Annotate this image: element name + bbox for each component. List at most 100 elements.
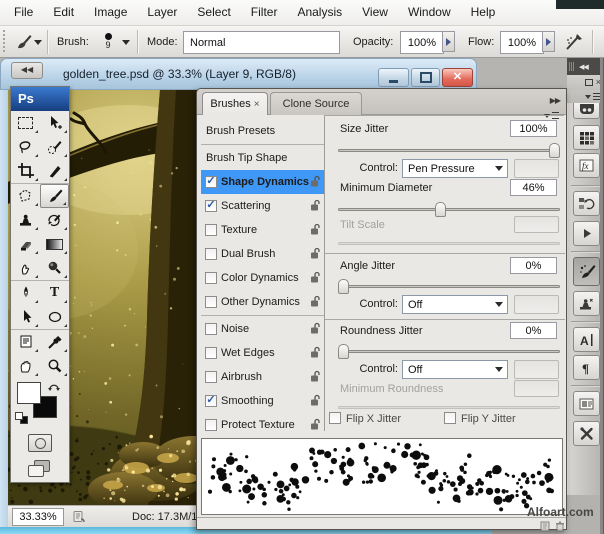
lock-icon[interactable] [310,223,321,235]
pen-tool[interactable] [11,281,40,305]
menu-view[interactable]: View [352,0,398,25]
minimize-button[interactable] [378,68,409,87]
dock-tool-presets-icon[interactable] [573,421,600,446]
minimum-diameter-input[interactable]: 46% [510,179,557,196]
tab-clone-source[interactable]: Clone Source [270,92,362,115]
angle-control-dropdown[interactable]: Off [402,295,508,314]
dock-actions-icon[interactable] [573,221,600,246]
minimum-diameter-slider[interactable] [338,202,560,217]
lock-icon[interactable] [310,247,321,259]
spot-healing-tool[interactable] [11,184,40,208]
lock-icon[interactable] [310,346,321,358]
list-item-noise[interactable]: ✓Noise [201,317,324,341]
angle-jitter-input[interactable]: 0% [510,257,557,274]
checkbox[interactable]: ✓ [205,248,217,260]
shape-tool[interactable] [40,305,69,329]
close-button[interactable]: ✕ [442,68,473,87]
dock-clone-source-icon[interactable] [573,291,600,316]
flip-x-checkbox[interactable]: ✓ [329,412,341,424]
size-control-dropdown[interactable]: Pen Pressure [402,159,508,178]
smudge-tool[interactable] [11,256,40,280]
rectangular-marquee-tool[interactable] [11,111,40,135]
new-brush-icon[interactable] [539,521,551,532]
default-colors-icon[interactable] [15,412,29,425]
menu-select[interactable]: Select [187,0,240,25]
document-title-bar[interactable]: ◀◀ golden_tree.psd @ 33.3% (Layer 9, RGB… [0,58,477,90]
dock-history-icon[interactable] [573,191,600,216]
slider-thumb[interactable] [435,202,446,217]
list-item-wet-edges[interactable]: ✓Wet Edges [201,341,324,365]
hand-tool[interactable] [11,354,40,378]
checkbox[interactable]: ✓ [205,176,217,188]
lock-icon[interactable] [310,418,321,430]
lock-icon[interactable] [310,271,321,283]
brush-tool[interactable] [40,184,69,208]
list-item-scattering[interactable]: ✓Scattering [201,194,324,218]
brush-tool-preset-icon[interactable] [12,31,32,56]
dock-menu-button[interactable] [585,91,601,102]
brush-preview-chip[interactable]: 9 [98,29,118,55]
expand-panel-icon[interactable]: ▶▶ [550,96,560,105]
path-selection-tool[interactable] [11,305,40,329]
dock-styles-fx-icon[interactable]: fx [573,153,600,178]
dock-character-icon[interactable]: A [573,327,600,352]
restore-icon[interactable] [585,79,593,86]
checkbox[interactable]: ✓ [205,347,217,359]
zoom-level-input[interactable]: 33.33% [12,508,64,526]
menu-filter[interactable]: Filter [241,0,288,25]
crop-tool[interactable] [11,159,40,183]
lock-icon[interactable] [310,295,321,307]
dock-paragraph-icon[interactable]: ¶ [573,355,600,380]
eyedropper-tool[interactable] [40,330,69,354]
lock-icon[interactable] [310,175,321,187]
roundness-jitter-slider[interactable] [338,344,560,359]
type-tool[interactable]: T [40,281,69,305]
flip-y-checkbox[interactable]: ✓ [444,412,456,424]
list-item-dual-brush[interactable]: ✓Dual Brush [201,242,324,266]
list-item-color-dynamics[interactable]: ✓Color Dynamics [201,266,324,290]
swap-colors-icon[interactable] [47,380,63,392]
menu-file[interactable]: File [4,0,43,25]
eraser-tool[interactable] [11,232,40,256]
lasso-tool[interactable] [11,135,40,159]
tool-preset-dropdown-icon[interactable] [34,40,42,45]
gradient-tool[interactable] [40,232,69,256]
history-brush-tool[interactable] [40,208,69,232]
flow-input[interactable]: 100% [500,31,544,54]
flow-arrow-button[interactable] [542,31,555,52]
menu-help[interactable]: Help [461,0,506,25]
size-jitter-input[interactable]: 100% [510,120,557,137]
collapse-dock-icon[interactable]: ◀◀ [579,63,588,71]
checkbox[interactable]: ✓ [205,419,217,431]
clone-stamp-tool[interactable] [11,208,40,232]
foreground-color-swatch[interactable] [17,382,41,404]
airbrush-toggle-button[interactable] [563,31,585,58]
list-item-brush-tip-shape[interactable]: Brush Tip Shape [201,146,324,170]
menu-window[interactable]: Window [398,0,461,25]
menu-image[interactable]: Image [84,0,137,25]
checkbox[interactable]: ✓ [205,296,217,308]
maximize-button[interactable] [411,68,440,87]
checkbox[interactable]: ✓ [205,371,217,383]
lock-icon[interactable] [310,199,321,211]
menu-layer[interactable]: Layer [137,0,187,25]
slice-tool[interactable] [40,159,69,183]
size-jitter-slider[interactable] [338,143,560,158]
tab-close-icon[interactable]: × [254,99,260,110]
checkbox[interactable]: ✓ [205,224,217,236]
quick-mask-button[interactable] [28,434,52,452]
list-item-shape-dynamics[interactable]: ✓Shape Dynamics [201,170,324,194]
brush-dropdown-icon[interactable] [122,40,130,45]
dock-color-icon[interactable] [573,103,600,119]
opacity-input[interactable]: 100% [400,31,444,54]
dodge-tool[interactable] [40,256,69,280]
list-item-brush-presets[interactable]: Brush Presets [201,119,324,143]
quick-selection-tool[interactable] [40,135,69,159]
opacity-arrow-button[interactable] [442,31,455,52]
slider-thumb[interactable] [338,344,349,359]
move-tool[interactable] [40,111,69,135]
checkbox[interactable]: ✓ [205,323,217,335]
dock-swatches-icon[interactable] [573,125,600,150]
lock-icon[interactable] [310,394,321,406]
zoom-tool[interactable] [40,354,69,378]
